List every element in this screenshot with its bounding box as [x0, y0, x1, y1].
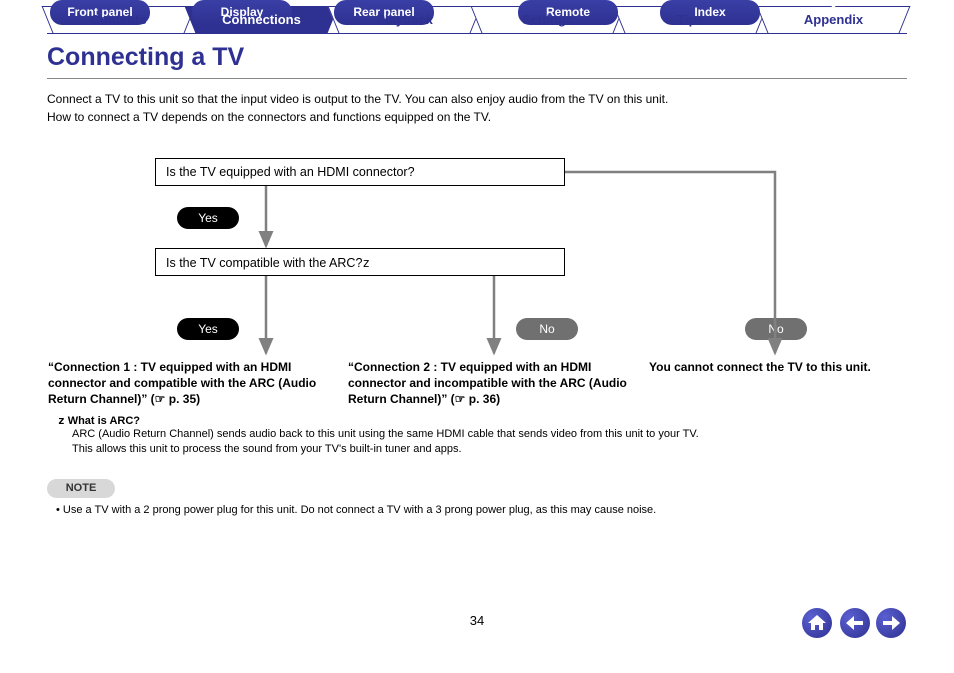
tab-appendix[interactable]: Appendix	[762, 6, 905, 33]
arc-body-2: This allows this unit to process the sou…	[72, 442, 894, 457]
note-label: NOTE	[47, 479, 115, 498]
arc-body-1: ARC (Audio Return Channel) sends audio b…	[72, 427, 894, 442]
flow-q2-mark: z	[362, 255, 370, 270]
top-tabs: Contents Connections Playback Settings T…	[47, 6, 907, 34]
flow-no-2: No	[745, 318, 807, 340]
flow-result-1[interactable]: “Connection 1 : TV equipped with an HDMI…	[48, 359, 328, 408]
home-button[interactable]	[802, 608, 832, 638]
hand-icon: ☞	[155, 392, 166, 406]
hand-icon: ☞	[455, 392, 466, 406]
flow-q2-text: Is the TV compatible with the ARC?	[166, 256, 362, 270]
page-title: Connecting a TV	[47, 43, 907, 79]
intro-line-2: How to connect a TV depends on the conne…	[47, 108, 907, 126]
flow-question-1: Is the TV equipped with an HDMI connecto…	[155, 158, 565, 186]
intro-text: Connect a TV to this unit so that the in…	[47, 90, 907, 126]
flow-yes-1: Yes	[177, 207, 239, 229]
next-page-button[interactable]	[876, 608, 906, 638]
what-is-arc: z What is ARC? ARC (Audio Return Channel…	[58, 414, 894, 458]
flow-question-2: Is the TV compatible with the ARC?z	[155, 248, 565, 276]
arc-mark: z	[58, 414, 65, 427]
nav-index[interactable]: Index	[660, 0, 760, 25]
note-text: • Use a TV with a 2 prong power plug for…	[56, 504, 904, 516]
intro-line-1: Connect a TV to this unit so that the in…	[47, 90, 907, 108]
flow-no-1: No	[516, 318, 578, 340]
arc-title: What is ARC?	[68, 415, 140, 427]
flow-result-2[interactable]: “Connection 2 : TV equipped with an HDMI…	[348, 359, 628, 408]
flow-result-3: You cannot connect the TV to this unit.	[649, 359, 901, 375]
flow-yes-2: Yes	[177, 318, 239, 340]
prev-page-button[interactable]	[840, 608, 870, 638]
